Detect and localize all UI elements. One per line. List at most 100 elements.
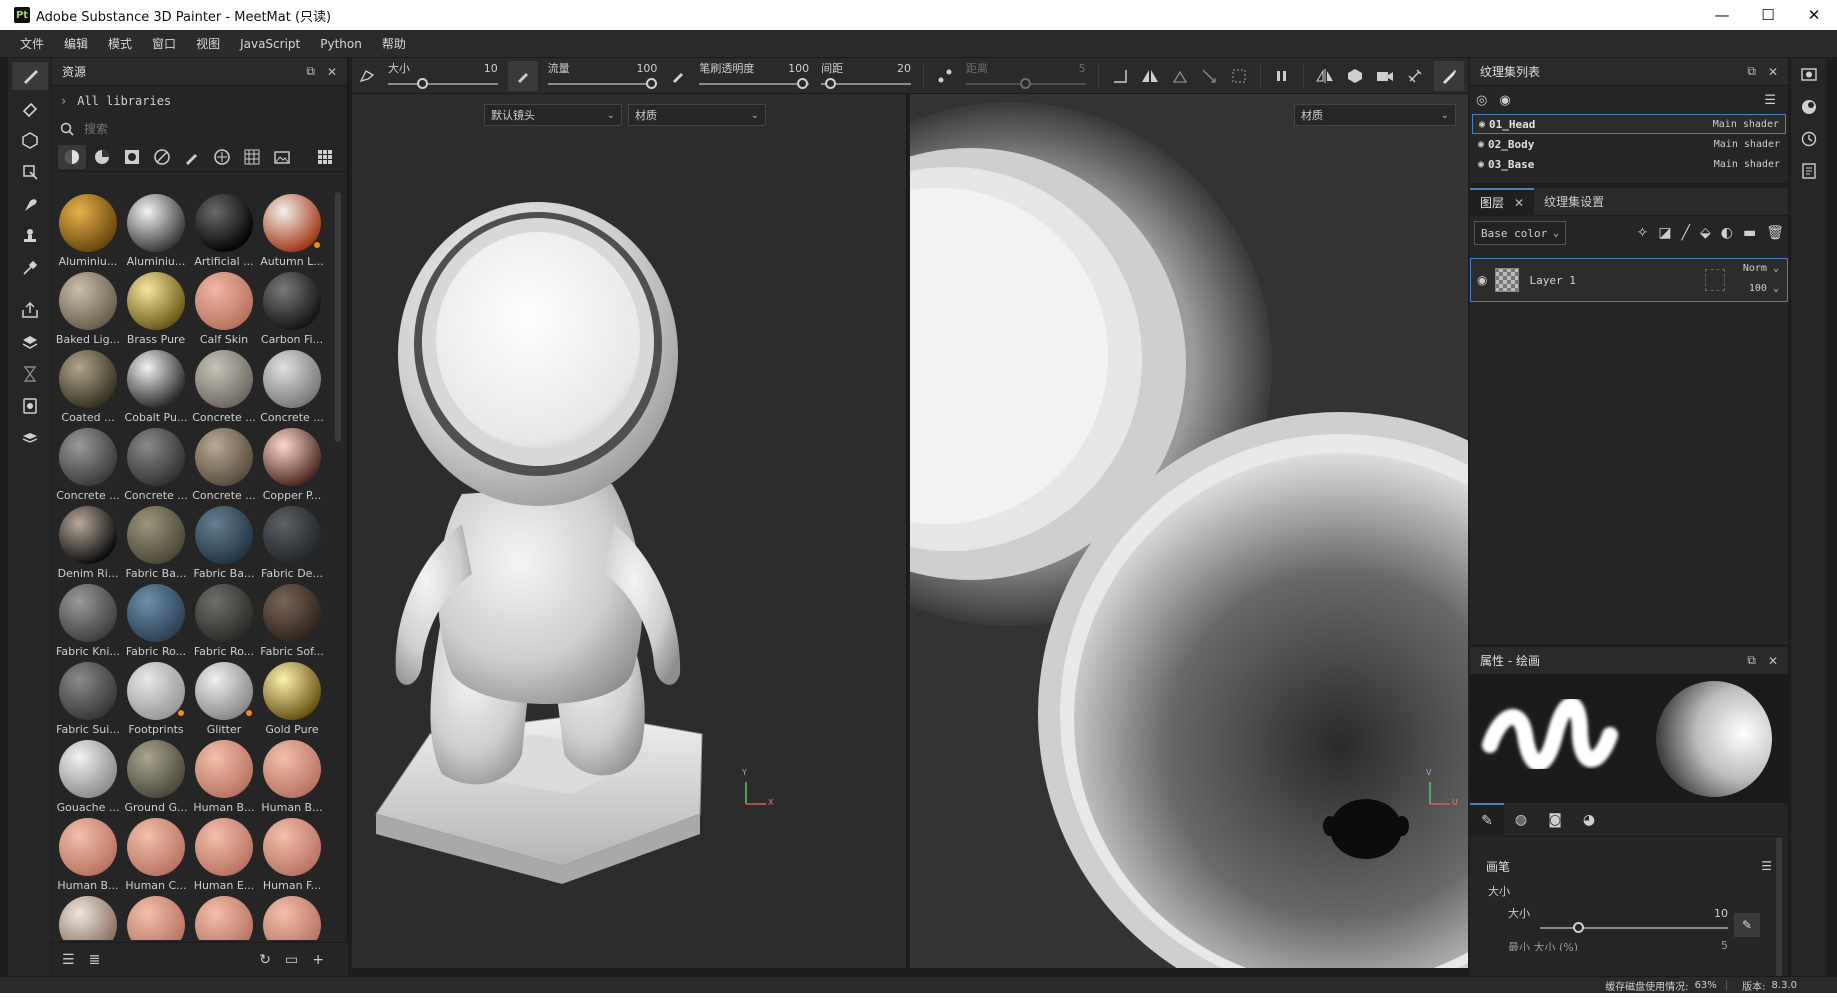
asset-item[interactable]: Concrete ...	[258, 348, 326, 426]
asset-item[interactable]: Carbon Fi...	[258, 270, 326, 348]
hourglass-icon[interactable]	[12, 360, 48, 388]
asset-item[interactable]	[54, 894, 122, 940]
distance-slider[interactable]: 距离 5	[965, 58, 1086, 94]
asset-item[interactable]: Cobalt Pu...	[122, 348, 190, 426]
menu-file[interactable]: 文件	[10, 35, 54, 52]
filters-filter-icon[interactable]	[148, 145, 176, 169]
asset-item[interactable]: Aluminiu...	[54, 192, 122, 270]
size-slider[interactable]: 大小 10	[387, 58, 498, 94]
asset-item[interactable]	[122, 894, 190, 940]
hide-all-icon[interactable]: ◎	[1476, 93, 1487, 108]
color-picker-icon[interactable]	[12, 254, 48, 282]
textures-filter-icon[interactable]	[208, 145, 236, 169]
maximize-button[interactable]: ☐	[1745, 0, 1791, 30]
float-panel-icon[interactable]: ⧉	[1747, 64, 1756, 79]
asset-item[interactable]: Human B...	[54, 816, 122, 894]
asset-item[interactable]: Human B...	[190, 738, 258, 816]
asset-scrollbar[interactable]	[335, 192, 341, 442]
environment-filter-icon[interactable]	[268, 145, 296, 169]
display-settings-icon[interactable]	[1794, 60, 1824, 90]
asset-item[interactable]: Gouache ...	[54, 738, 122, 816]
brush-size-slider[interactable]: 大小 10 ✎	[1470, 905, 1788, 941]
smudge-icon[interactable]	[12, 190, 48, 218]
asset-item[interactable]: Fabric Ro...	[190, 582, 258, 660]
viewport-2d[interactable]: 材质 ⌄ V U	[910, 94, 1468, 968]
asset-item[interactable]: Brass Pure	[122, 270, 190, 348]
properties-scrollbar[interactable]	[1776, 837, 1782, 977]
occlusion-icon[interactable]	[1224, 61, 1254, 91]
polygon-fill-icon[interactable]	[12, 158, 48, 186]
mirror-icon[interactable]	[1310, 61, 1340, 91]
asset-item[interactable]: Fabric Ro...	[122, 582, 190, 660]
add-folder-icon[interactable]: ▬	[1743, 225, 1756, 241]
add-smart-mask-icon[interactable]: ◐	[1721, 225, 1733, 241]
eraser-icon[interactable]	[12, 94, 48, 122]
add-paint-layer-icon[interactable]: ╱	[1682, 225, 1690, 241]
symmetry-radial-icon[interactable]	[1165, 61, 1195, 91]
eye-icon[interactable]: ◉	[1478, 159, 1484, 170]
asset-item[interactable]: Fabric Ba...	[122, 504, 190, 582]
asset-item[interactable]: Concrete ...	[190, 426, 258, 504]
import-folder-icon[interactable]: ▭	[285, 952, 298, 968]
eye-icon[interactable]: ◉	[1479, 119, 1485, 130]
layer-row[interactable]: ◉ Layer 1 Norm ⌄ 100 ⌄	[1470, 258, 1788, 302]
angle-icon[interactable]	[1105, 61, 1135, 91]
export-icon[interactable]	[12, 296, 48, 324]
asset-item[interactable]: Fabric De...	[258, 504, 326, 582]
view-cube-icon[interactable]	[1340, 61, 1370, 91]
clone-stamp-icon[interactable]	[12, 222, 48, 250]
asset-item[interactable]: Artificial ...	[190, 192, 258, 270]
pressure-flow-icon[interactable]	[663, 61, 693, 91]
add-asset-icon[interactable]: +	[312, 952, 324, 968]
settings-menu-icon[interactable]: ☰	[1764, 93, 1776, 108]
detail-view-icon[interactable]: ≣	[89, 952, 101, 968]
symmetry-icon[interactable]	[1135, 61, 1165, 91]
asset-item[interactable]: Glitter	[190, 660, 258, 738]
history-icon[interactable]	[1794, 124, 1824, 154]
list-view-icon[interactable]: ☰	[62, 952, 75, 968]
blend-mode-select[interactable]: Norm ⌄	[1743, 263, 1779, 274]
close-panel-icon[interactable]: ✕	[1768, 654, 1778, 668]
close-tab-icon[interactable]: ✕	[1514, 196, 1524, 210]
menu-python[interactable]: Python	[310, 37, 372, 51]
spacing-slider[interactable]: 间距 20	[821, 58, 911, 94]
add-mask-icon[interactable]: ◪	[1658, 225, 1671, 241]
texture-set-row[interactable]: ◉ 01_Head Main shader	[1472, 114, 1786, 134]
shader-settings-icon[interactable]	[1794, 92, 1824, 122]
alpha-tab-icon[interactable]: ◍	[1504, 803, 1538, 837]
asset-item[interactable]: Fabric Kni...	[54, 582, 122, 660]
stencil-tab-icon[interactable]: ◙	[1538, 803, 1572, 837]
asset-search-input[interactable]	[84, 122, 284, 136]
brush-opacity-slider[interactable]: 笔刷透明度 100	[699, 58, 810, 94]
section-menu-icon[interactable]: ☰	[1761, 859, 1772, 873]
brush-opacity-knob[interactable]	[797, 77, 809, 89]
minimize-button[interactable]: —	[1699, 0, 1745, 30]
library-selector[interactable]: › All libraries	[52, 86, 347, 116]
asset-item[interactable]: Aluminiu...	[122, 192, 190, 270]
projection-icon[interactable]	[12, 126, 48, 154]
mask-slot[interactable]	[1705, 269, 1725, 291]
lazy-mouse-icon[interactable]	[352, 61, 382, 91]
asset-item[interactable]: Human F...	[258, 816, 326, 894]
asset-item[interactable]: Coated ...	[54, 348, 122, 426]
menu-view[interactable]: 视图	[186, 35, 230, 52]
asset-item[interactable]: Denim Ri...	[54, 504, 122, 582]
asset-item[interactable]: Concrete ...	[122, 426, 190, 504]
asset-item[interactable]: Fabric Ba...	[190, 504, 258, 582]
close-button[interactable]: ✕	[1791, 0, 1837, 30]
menu-window[interactable]: 窗口	[142, 35, 186, 52]
material-tab-icon[interactable]: ◕	[1572, 803, 1606, 837]
close-panel-icon[interactable]: ✕	[1768, 65, 1778, 79]
menu-help[interactable]: 帮助	[372, 35, 416, 52]
pause-icon[interactable]	[1267, 61, 1297, 91]
pen-pressure-icon[interactable]: ✎	[1734, 913, 1760, 937]
pressure-size-icon[interactable]	[507, 60, 538, 91]
asset-item[interactable]	[190, 894, 258, 940]
grid-pattern-filter-icon[interactable]	[238, 145, 266, 169]
bake-icon[interactable]	[12, 328, 48, 356]
texture-set-row[interactable]: ◉ 03_Base Main shader	[1472, 154, 1786, 174]
capture-icon[interactable]	[12, 392, 48, 420]
asset-item[interactable]: Baked Lig...	[54, 270, 122, 348]
brush-tab-icon[interactable]: ✎	[1470, 802, 1504, 837]
layer-opacity[interactable]: 100 ⌄	[1749, 283, 1779, 294]
